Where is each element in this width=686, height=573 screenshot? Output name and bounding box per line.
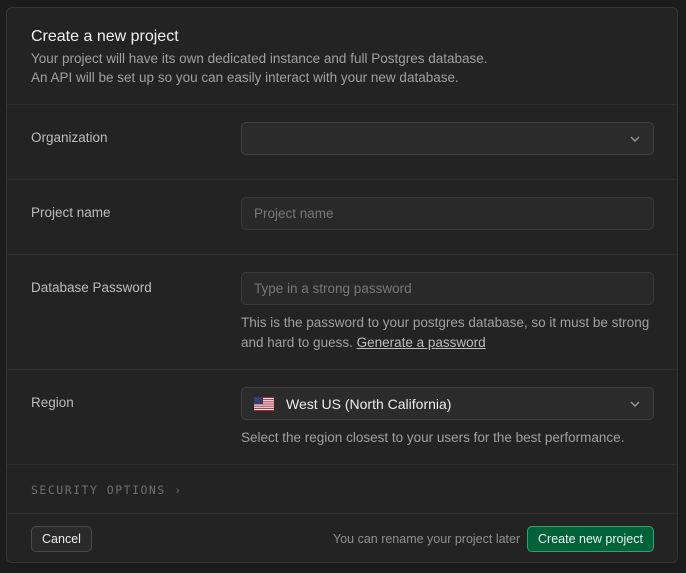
project-name-label: Project name — [31, 205, 111, 220]
security-options-toggle[interactable]: SECURITY OPTIONS › — [31, 483, 183, 497]
dialog-footer: Cancel You can rename your project later… — [7, 513, 677, 562]
database-password-input[interactable] — [242, 273, 653, 304]
database-password-help: This is the password to your postgres da… — [241, 313, 661, 353]
region-section: Region West US (North California) Select… — [7, 370, 677, 465]
project-name-input[interactable] — [242, 198, 653, 229]
database-password-section: Database Password This is the password t… — [7, 255, 677, 370]
security-options-label: SECURITY OPTIONS — [31, 483, 166, 497]
generate-password-link[interactable]: Generate a password — [357, 335, 486, 350]
rename-note: You can rename your project later — [333, 532, 521, 546]
dialog-subtitle-line1: Your project will have its own dedicated… — [31, 51, 488, 66]
cancel-button[interactable]: Cancel — [31, 526, 92, 552]
chevron-down-icon — [630, 136, 640, 142]
dialog-title: Create a new project — [31, 28, 179, 45]
database-password-label: Database Password — [31, 280, 152, 295]
region-select[interactable]: West US (North California) — [241, 387, 654, 420]
region-label: Region — [31, 395, 74, 410]
chevron-down-icon — [630, 401, 640, 407]
organization-select[interactable] — [241, 122, 654, 155]
create-project-dialog: Create a new project Your project will h… — [6, 7, 678, 563]
chevron-right-icon: › — [174, 483, 183, 497]
project-name-section: Project name — [7, 180, 677, 255]
dialog-subtitle-line2: An API will be set up so you can easily … — [31, 70, 459, 85]
database-password-field-wrapper — [241, 272, 654, 305]
organization-label: Organization — [31, 130, 108, 145]
organization-section: Organization — [7, 105, 677, 180]
region-value: West US (North California) — [286, 396, 452, 412]
project-name-field-wrapper — [241, 197, 654, 230]
region-help: Select the region closest to your users … — [241, 430, 625, 445]
us-flag-icon — [254, 397, 274, 411]
dialog-header: Create a new project Your project will h… — [7, 8, 677, 105]
create-project-button[interactable]: Create new project — [527, 526, 654, 552]
